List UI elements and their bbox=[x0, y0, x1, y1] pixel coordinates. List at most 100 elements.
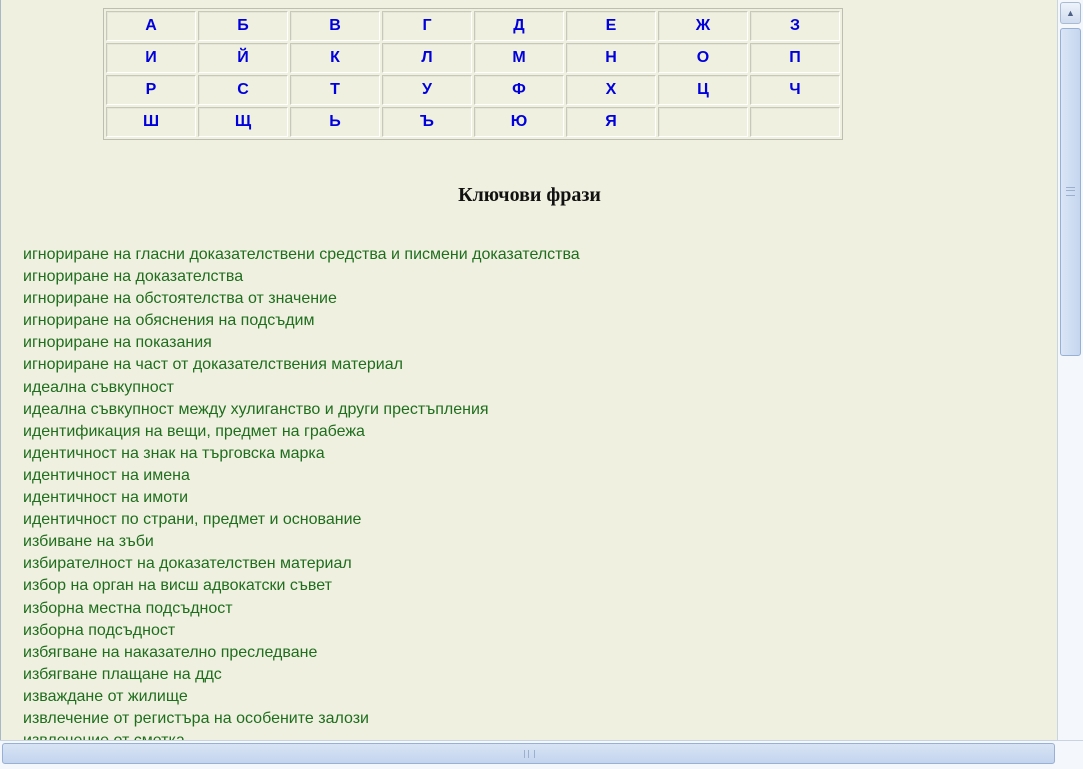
key-phrase-link[interactable]: идентичност по страни, предмет и основан… bbox=[23, 511, 361, 528]
alphabet-cell[interactable]: Ф bbox=[474, 75, 564, 105]
horizontal-scrollbar[interactable] bbox=[0, 740, 1083, 769]
alphabet-letter-link[interactable]: Ь bbox=[329, 113, 341, 130]
alphabet-letter-link[interactable]: Л bbox=[421, 49, 432, 66]
key-phrase-link[interactable]: избирателност на доказателствен материал bbox=[23, 555, 352, 572]
key-phrase-link[interactable]: игнориране на доказателства bbox=[23, 268, 243, 285]
alphabet-cell[interactable]: Г bbox=[382, 11, 472, 41]
alphabet-cell[interactable]: А bbox=[106, 11, 196, 41]
alphabet-letter-link[interactable]: З bbox=[790, 17, 800, 34]
alphabet-letter-link[interactable]: Ж bbox=[696, 17, 710, 34]
alphabet-letter-link[interactable]: А bbox=[145, 17, 157, 34]
alphabet-cell[interactable]: Т bbox=[290, 75, 380, 105]
key-phrase-link[interactable]: идентичност на имоти bbox=[23, 489, 188, 506]
alphabet-cell[interactable]: Ж bbox=[658, 11, 748, 41]
alphabet-cell[interactable]: М bbox=[474, 43, 564, 73]
list-item: идеална съвкупност между хулиганство и д… bbox=[23, 399, 580, 421]
alphabet-letter-link[interactable]: В bbox=[329, 17, 341, 34]
key-phrase-link[interactable]: идеална съвкупност bbox=[23, 379, 174, 396]
key-phrase-link[interactable]: игнориране на показания bbox=[23, 334, 212, 351]
alphabet-letter-link[interactable]: Ш bbox=[143, 113, 159, 130]
alphabet-cell[interactable]: З bbox=[750, 11, 840, 41]
key-phrases-list: игнориране на гласни доказателствени сре… bbox=[23, 244, 580, 740]
vertical-scroll-thumb[interactable] bbox=[1060, 28, 1081, 356]
alphabet-letter-link[interactable]: Е bbox=[606, 17, 617, 34]
list-item: игнориране на гласни доказателствени сре… bbox=[23, 244, 580, 266]
alphabet-cell[interactable]: Ю bbox=[474, 107, 564, 137]
alphabet-cell[interactable]: У bbox=[382, 75, 472, 105]
alphabet-letter-link[interactable]: Г bbox=[422, 17, 431, 34]
key-phrase-link[interactable]: избягване плащане на ддс bbox=[23, 666, 222, 683]
alphabet-cell[interactable]: О bbox=[658, 43, 748, 73]
alphabet-letter-link[interactable]: О bbox=[697, 49, 709, 66]
alphabet-cell[interactable]: Б bbox=[198, 11, 288, 41]
key-phrase-link[interactable]: избиване на зъби bbox=[23, 533, 154, 550]
key-phrase-link[interactable]: игнориране на обяснения на подсъдим bbox=[23, 312, 315, 329]
alphabet-cell[interactable]: Ц bbox=[658, 75, 748, 105]
alphabet-cell[interactable]: Ь bbox=[290, 107, 380, 137]
alphabet-cell[interactable]: Д bbox=[474, 11, 564, 41]
alphabet-cell[interactable]: Ч bbox=[750, 75, 840, 105]
key-phrase-link[interactable]: изваждане от жилище bbox=[23, 688, 188, 705]
alphabet-letter-link[interactable]: Ф bbox=[512, 81, 526, 98]
alphabet-letter-link[interactable]: И bbox=[145, 49, 157, 66]
alphabet-cell[interactable]: Ъ bbox=[382, 107, 472, 137]
alphabet-letter-link[interactable]: М bbox=[512, 49, 525, 66]
list-item: изборна подсъдност bbox=[23, 620, 580, 642]
alphabet-letter-link[interactable]: Ю bbox=[511, 113, 528, 130]
scroll-up-arrow-icon[interactable]: ▲ bbox=[1060, 2, 1081, 24]
vertical-scrollbar[interactable]: ▲ bbox=[1057, 0, 1083, 740]
alphabet-cell[interactable]: Е bbox=[566, 11, 656, 41]
alphabet-letter-link[interactable]: У bbox=[422, 81, 432, 98]
alphabet-letter-link[interactable]: Ъ bbox=[420, 113, 434, 130]
list-item: идеална съвкупност bbox=[23, 377, 580, 399]
alphabet-cell bbox=[658, 107, 748, 137]
alphabet-cell[interactable]: Н bbox=[566, 43, 656, 73]
alphabet-letter-link[interactable]: П bbox=[789, 49, 801, 66]
list-item: игнориране на обстоятелства от значение bbox=[23, 288, 580, 310]
alphabet-letter-link[interactable]: Х bbox=[606, 81, 617, 98]
alphabet-cell[interactable]: П bbox=[750, 43, 840, 73]
key-phrase-link[interactable]: изборна подсъдност bbox=[23, 622, 175, 639]
alphabet-cell[interactable]: И bbox=[106, 43, 196, 73]
alphabet-letter-link[interactable]: Ц bbox=[697, 81, 709, 98]
alphabet-letter-link[interactable]: Р bbox=[146, 81, 157, 98]
list-item: избягване на наказателно преследване bbox=[23, 642, 580, 664]
key-phrase-link[interactable]: идентичност на знак на търговска марка bbox=[23, 445, 325, 462]
alphabet-cell[interactable]: К bbox=[290, 43, 380, 73]
key-phrase-link[interactable]: изборна местна подсъдност bbox=[23, 600, 233, 617]
alphabet-cell[interactable]: Х bbox=[566, 75, 656, 105]
key-phrase-link[interactable]: идентичност на имена bbox=[23, 467, 190, 484]
list-item: избор на орган на висш адвокатски съвет bbox=[23, 575, 580, 597]
alphabet-letter-link[interactable]: Т bbox=[330, 81, 340, 98]
alphabet-cell[interactable]: Я bbox=[566, 107, 656, 137]
alphabet-letter-link[interactable]: Н bbox=[605, 49, 617, 66]
key-phrase-link[interactable]: извлечение от сметка bbox=[23, 732, 185, 740]
alphabet-letter-link[interactable]: Ч bbox=[789, 81, 800, 98]
key-phrase-link[interactable]: игнориране на част от доказателствения м… bbox=[23, 356, 403, 373]
alphabet-cell[interactable]: В bbox=[290, 11, 380, 41]
key-phrase-link[interactable]: игнориране на гласни доказателствени сре… bbox=[23, 246, 580, 263]
alphabet-row: А Б В Г Д Е Ж З bbox=[106, 11, 840, 41]
alphabet-cell[interactable]: Ш bbox=[106, 107, 196, 137]
list-item: игнориране на обяснения на подсъдим bbox=[23, 310, 580, 332]
alphabet-letter-link[interactable]: Й bbox=[237, 49, 249, 66]
alphabet-letter-link[interactable]: Д bbox=[513, 17, 524, 34]
alphabet-cell[interactable]: С bbox=[198, 75, 288, 105]
alphabet-letter-link[interactable]: Б bbox=[237, 17, 249, 34]
alphabet-letter-link[interactable]: Я bbox=[605, 113, 617, 130]
list-item: извлечение от сметка bbox=[23, 730, 580, 740]
key-phrase-link[interactable]: избор на орган на висш адвокатски съвет bbox=[23, 577, 332, 594]
key-phrase-link[interactable]: идеална съвкупност между хулиганство и д… bbox=[23, 401, 489, 418]
alphabet-letter-link[interactable]: К bbox=[330, 49, 340, 66]
alphabet-letter-link[interactable]: С bbox=[237, 81, 249, 98]
alphabet-cell[interactable]: Л bbox=[382, 43, 472, 73]
key-phrase-link[interactable]: игнориране на обстоятелства от значение bbox=[23, 290, 337, 307]
alphabet-cell[interactable]: Й bbox=[198, 43, 288, 73]
key-phrase-link[interactable]: избягване на наказателно преследване bbox=[23, 644, 317, 661]
horizontal-scroll-thumb[interactable] bbox=[2, 743, 1055, 764]
key-phrase-link[interactable]: идентификация на вещи, предмет на грабеж… bbox=[23, 423, 365, 440]
alphabet-cell[interactable]: Р bbox=[106, 75, 196, 105]
alphabet-letter-link[interactable]: Щ bbox=[235, 113, 251, 130]
alphabet-cell[interactable]: Щ bbox=[198, 107, 288, 137]
key-phrase-link[interactable]: извлечение от регистъра на особените зал… bbox=[23, 710, 369, 727]
